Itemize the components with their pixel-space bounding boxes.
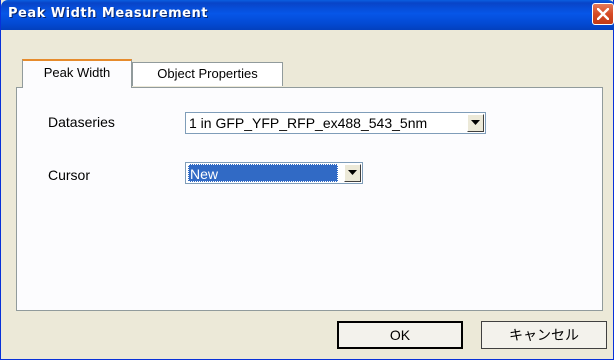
- ok-button[interactable]: OK: [337, 321, 463, 349]
- cursor-label: Cursor: [48, 167, 91, 183]
- cancel-button[interactable]: キャンセル: [481, 321, 607, 349]
- tab-peak-width-label: Peak Width: [43, 65, 111, 80]
- close-icon: [597, 8, 609, 20]
- tab-object-properties-label: Object Properties: [157, 66, 258, 81]
- tab-panel-peak-width: Dataseries 1 in GFP_YFP_RFP_ex488_543_5n…: [16, 87, 603, 311]
- cursor-value: New: [188, 164, 338, 182]
- close-button[interactable]: [592, 3, 614, 25]
- chevron-down-icon: [471, 120, 480, 125]
- title-bar[interactable]: Peak Width Measurement: [1, 0, 614, 30]
- window-title: Peak Width Measurement: [8, 6, 208, 21]
- tab-peak-width[interactable]: Peak Width: [22, 59, 132, 88]
- cursor-dropdown-button[interactable]: [344, 164, 361, 182]
- tab-object-properties[interactable]: Object Properties: [132, 62, 283, 86]
- dataseries-dropdown-button[interactable]: [467, 114, 484, 132]
- dataseries-dropdown[interactable]: 1 in GFP_YFP_RFP_ex488_543_5nm: [185, 112, 486, 134]
- cursor-dropdown[interactable]: New: [185, 162, 363, 184]
- dataseries-label: Dataseries: [48, 114, 115, 130]
- dialog-window: Peak Width Measurement Peak Width Object…: [0, 0, 614, 360]
- chevron-down-icon: [348, 170, 357, 175]
- dataseries-value: 1 in GFP_YFP_RFP_ex488_543_5nm: [189, 115, 428, 131]
